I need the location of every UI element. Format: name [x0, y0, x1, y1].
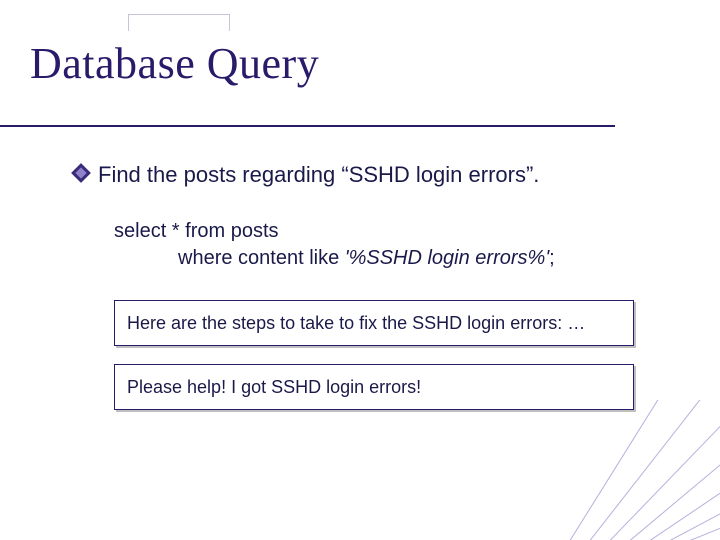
title-underline	[0, 125, 615, 127]
sql-query: select * from posts where content like '…	[114, 218, 680, 272]
title-tab-decoration	[128, 14, 230, 31]
diamond-bullet-icon	[71, 163, 91, 183]
bullet-item: Find the posts regarding “SSHD login err…	[74, 160, 680, 190]
result-row: Please help! I got SSHD login errors!	[114, 364, 634, 410]
slide-body: Find the posts regarding “SSHD login err…	[74, 160, 680, 428]
bullet-text: Find the posts regarding “SSHD login err…	[98, 160, 539, 190]
sql-where-prefix: where content like	[178, 247, 345, 269]
slide-title: Database Query	[30, 38, 319, 89]
result-row: Here are the steps to take to fix the SS…	[114, 300, 634, 346]
slide: Database Query Find the posts regarding …	[0, 0, 720, 540]
sql-terminator: ;	[549, 247, 555, 269]
sql-line-2: where content like '%SSHD login errors%'…	[178, 245, 680, 272]
sql-like-pattern: '%SSHD login errors%'	[345, 247, 549, 269]
sql-line-1: select * from posts	[114, 218, 680, 245]
